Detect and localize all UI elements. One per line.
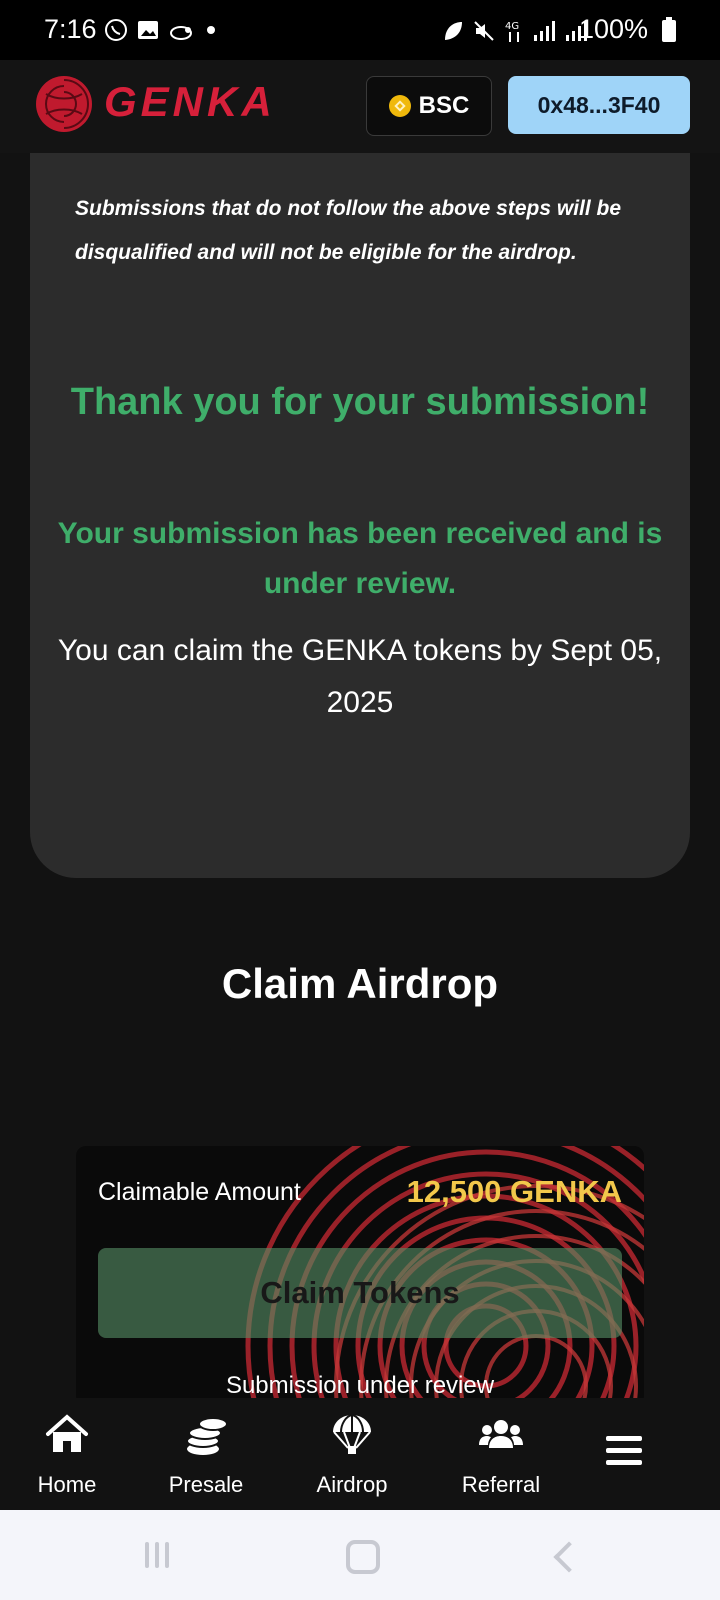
users-icon xyxy=(479,1420,523,1448)
notification-dot-icon xyxy=(207,26,215,34)
nav-presale[interactable]: Presale xyxy=(166,1412,246,1498)
submission-card: Submissions that do not follow the above… xyxy=(30,153,690,878)
mute-icon xyxy=(474,21,494,41)
whatsapp-icon xyxy=(105,19,127,41)
disqualification-note: Submissions that do not follow the above… xyxy=(75,197,622,264)
nav-airdrop-label: Airdrop xyxy=(316,1472,388,1497)
status-time: 7:16 xyxy=(44,14,97,44)
received-message: Your submission has been received and is… xyxy=(57,517,663,600)
wallet-button[interactable]: 0x48...3F40 xyxy=(508,76,690,134)
menu-icon[interactable] xyxy=(606,1436,642,1466)
bottom-navigation: Home Presale Airdrop Referral xyxy=(0,1398,720,1510)
image-icon xyxy=(138,21,158,39)
coins-icon xyxy=(186,1417,228,1455)
nav-presale-label: Presale xyxy=(168,1472,244,1497)
system-navigation-bar xyxy=(0,1510,720,1600)
genka-logo-icon[interactable] xyxy=(34,74,94,134)
home-icon xyxy=(46,1414,88,1452)
nav-referral[interactable]: Referral xyxy=(458,1412,544,1498)
claimable-amount-value: 12,500 GENKA xyxy=(406,1174,622,1209)
battery-percent: 100% xyxy=(578,14,648,44)
nav-referral-label: Referral xyxy=(461,1472,541,1497)
review-status: Submission under review xyxy=(225,1372,495,1399)
brand-name[interactable]: GENKA xyxy=(104,78,276,126)
network-button[interactable]: BSC xyxy=(366,76,492,136)
nav-home[interactable]: Home xyxy=(32,1412,102,1498)
nav-airdrop[interactable]: Airdrop xyxy=(312,1412,392,1498)
claimable-amount-label: Claimable Amount xyxy=(98,1178,301,1206)
bnb-icon xyxy=(388,95,411,117)
status-left-icons xyxy=(104,18,218,42)
signal-icon xyxy=(534,21,555,41)
claim-date-message: You can claim the GENKA tokens by Sept 0… xyxy=(57,634,663,719)
recent-apps-icon[interactable] xyxy=(145,1542,173,1568)
battery-icon xyxy=(662,17,676,42)
status-right-icons: 4G xyxy=(442,18,588,44)
back-icon[interactable] xyxy=(553,1541,585,1573)
network-label: BSC xyxy=(418,92,470,119)
4g-icon: 4G xyxy=(505,21,519,42)
thank-you-heading: Thank you for your submission! xyxy=(70,381,650,423)
leaf-icon xyxy=(445,22,462,40)
bird-icon xyxy=(170,26,192,40)
svg-text:4G: 4G xyxy=(505,21,519,32)
claim-tokens-button[interactable]: Claim Tokens xyxy=(98,1248,622,1338)
parachute-icon xyxy=(333,1414,371,1454)
home-button-icon[interactable] xyxy=(346,1540,380,1574)
nav-home-label: Home xyxy=(37,1472,97,1497)
claim-panel: Claimable Amount 12,500 GENKA Claim Toke… xyxy=(76,1146,644,1406)
status-bar: 7:16 4G 100% xyxy=(0,0,720,60)
app-header: GENKA BSC 0x48...3F40 xyxy=(0,60,720,153)
claim-airdrop-title: Claim Airdrop xyxy=(221,960,499,1007)
